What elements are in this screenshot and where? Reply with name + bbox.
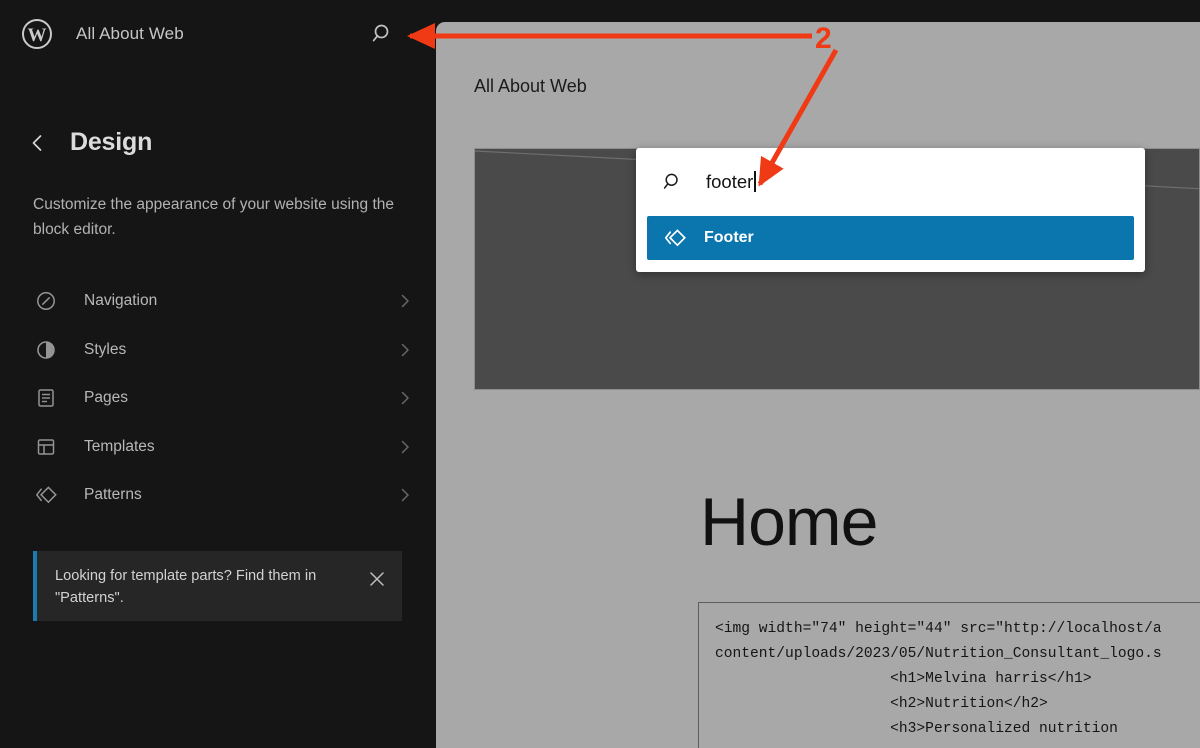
svg-text:W: W xyxy=(28,25,47,46)
chevron-right-icon xyxy=(396,486,414,504)
site-preview-canvas[interactable]: All About Web Home <img width="74" heigh… xyxy=(436,22,1200,748)
sidebar-item-label: Navigation xyxy=(84,292,158,310)
search-input[interactable]: footer xyxy=(706,171,756,193)
site-title: All About Web xyxy=(76,24,184,43)
sidebar-item-templates[interactable]: Templates xyxy=(0,423,436,472)
search-result-label: Footer xyxy=(704,229,754,246)
search-result-footer[interactable]: Footer xyxy=(647,216,1134,260)
close-x-icon[interactable] xyxy=(358,560,396,598)
search-icon[interactable] xyxy=(366,17,400,51)
sidebar-item-styles[interactable]: Styles xyxy=(0,326,436,375)
patterns-diamond-icon xyxy=(663,226,687,250)
design-header-row: Design xyxy=(0,128,436,157)
notice-text: Looking for template parts? Find them in… xyxy=(55,568,317,606)
search-results-list: Footer xyxy=(636,216,1145,272)
wordpress-logo-icon[interactable]: W xyxy=(20,17,54,51)
sidebar-item-label: Templates xyxy=(84,437,155,455)
preview-code-block: <img width="74" height="44" src="http://… xyxy=(698,602,1200,748)
wordpress-site-editor: W All About Web Design Customize the app… xyxy=(0,0,1200,748)
sidebar-item-label: Patterns xyxy=(84,486,142,504)
text-caret xyxy=(754,171,756,192)
chevron-right-icon xyxy=(396,341,414,359)
code-block-text: <img width="74" height="44" src="http://… xyxy=(715,621,1162,737)
chevron-right-icon xyxy=(396,389,414,407)
preview-page-heading: Home xyxy=(700,484,878,560)
sidebar-item-label: Pages xyxy=(84,389,128,407)
search-field-row[interactable]: footer xyxy=(636,148,1145,216)
sidebar-item-pages[interactable]: Pages xyxy=(0,374,436,423)
chevron-right-icon xyxy=(396,292,414,310)
sidebar-item-navigation[interactable]: Navigation xyxy=(0,277,436,326)
page-title: Design xyxy=(70,128,153,156)
search-input-value: footer xyxy=(706,171,754,192)
preview-site-title: All About Web xyxy=(474,76,587,96)
sidebar-item-patterns[interactable]: Patterns xyxy=(0,471,436,520)
sidebar: W All About Web Design Customize the app… xyxy=(0,0,436,748)
sidebar-header: W All About Web xyxy=(0,0,436,68)
sidebar-item-label: Styles xyxy=(84,340,127,358)
contrast-half-circle-icon xyxy=(34,338,58,362)
template-parts-notice: Looking for template parts? Find them in… xyxy=(33,551,402,621)
layout-template-icon xyxy=(34,435,58,459)
search-popover: footer Footer xyxy=(636,148,1145,272)
chevron-right-icon xyxy=(396,438,414,456)
chevron-left-icon[interactable] xyxy=(24,129,52,157)
patterns-diamond-icon xyxy=(34,483,58,507)
panel-description: Customize the appearance of your website… xyxy=(33,196,395,238)
page-document-icon xyxy=(34,386,58,410)
search-icon xyxy=(662,171,684,193)
sidebar-nav-list: Navigation Styles Pages Templates Patter… xyxy=(0,277,436,520)
compass-icon xyxy=(34,289,58,313)
